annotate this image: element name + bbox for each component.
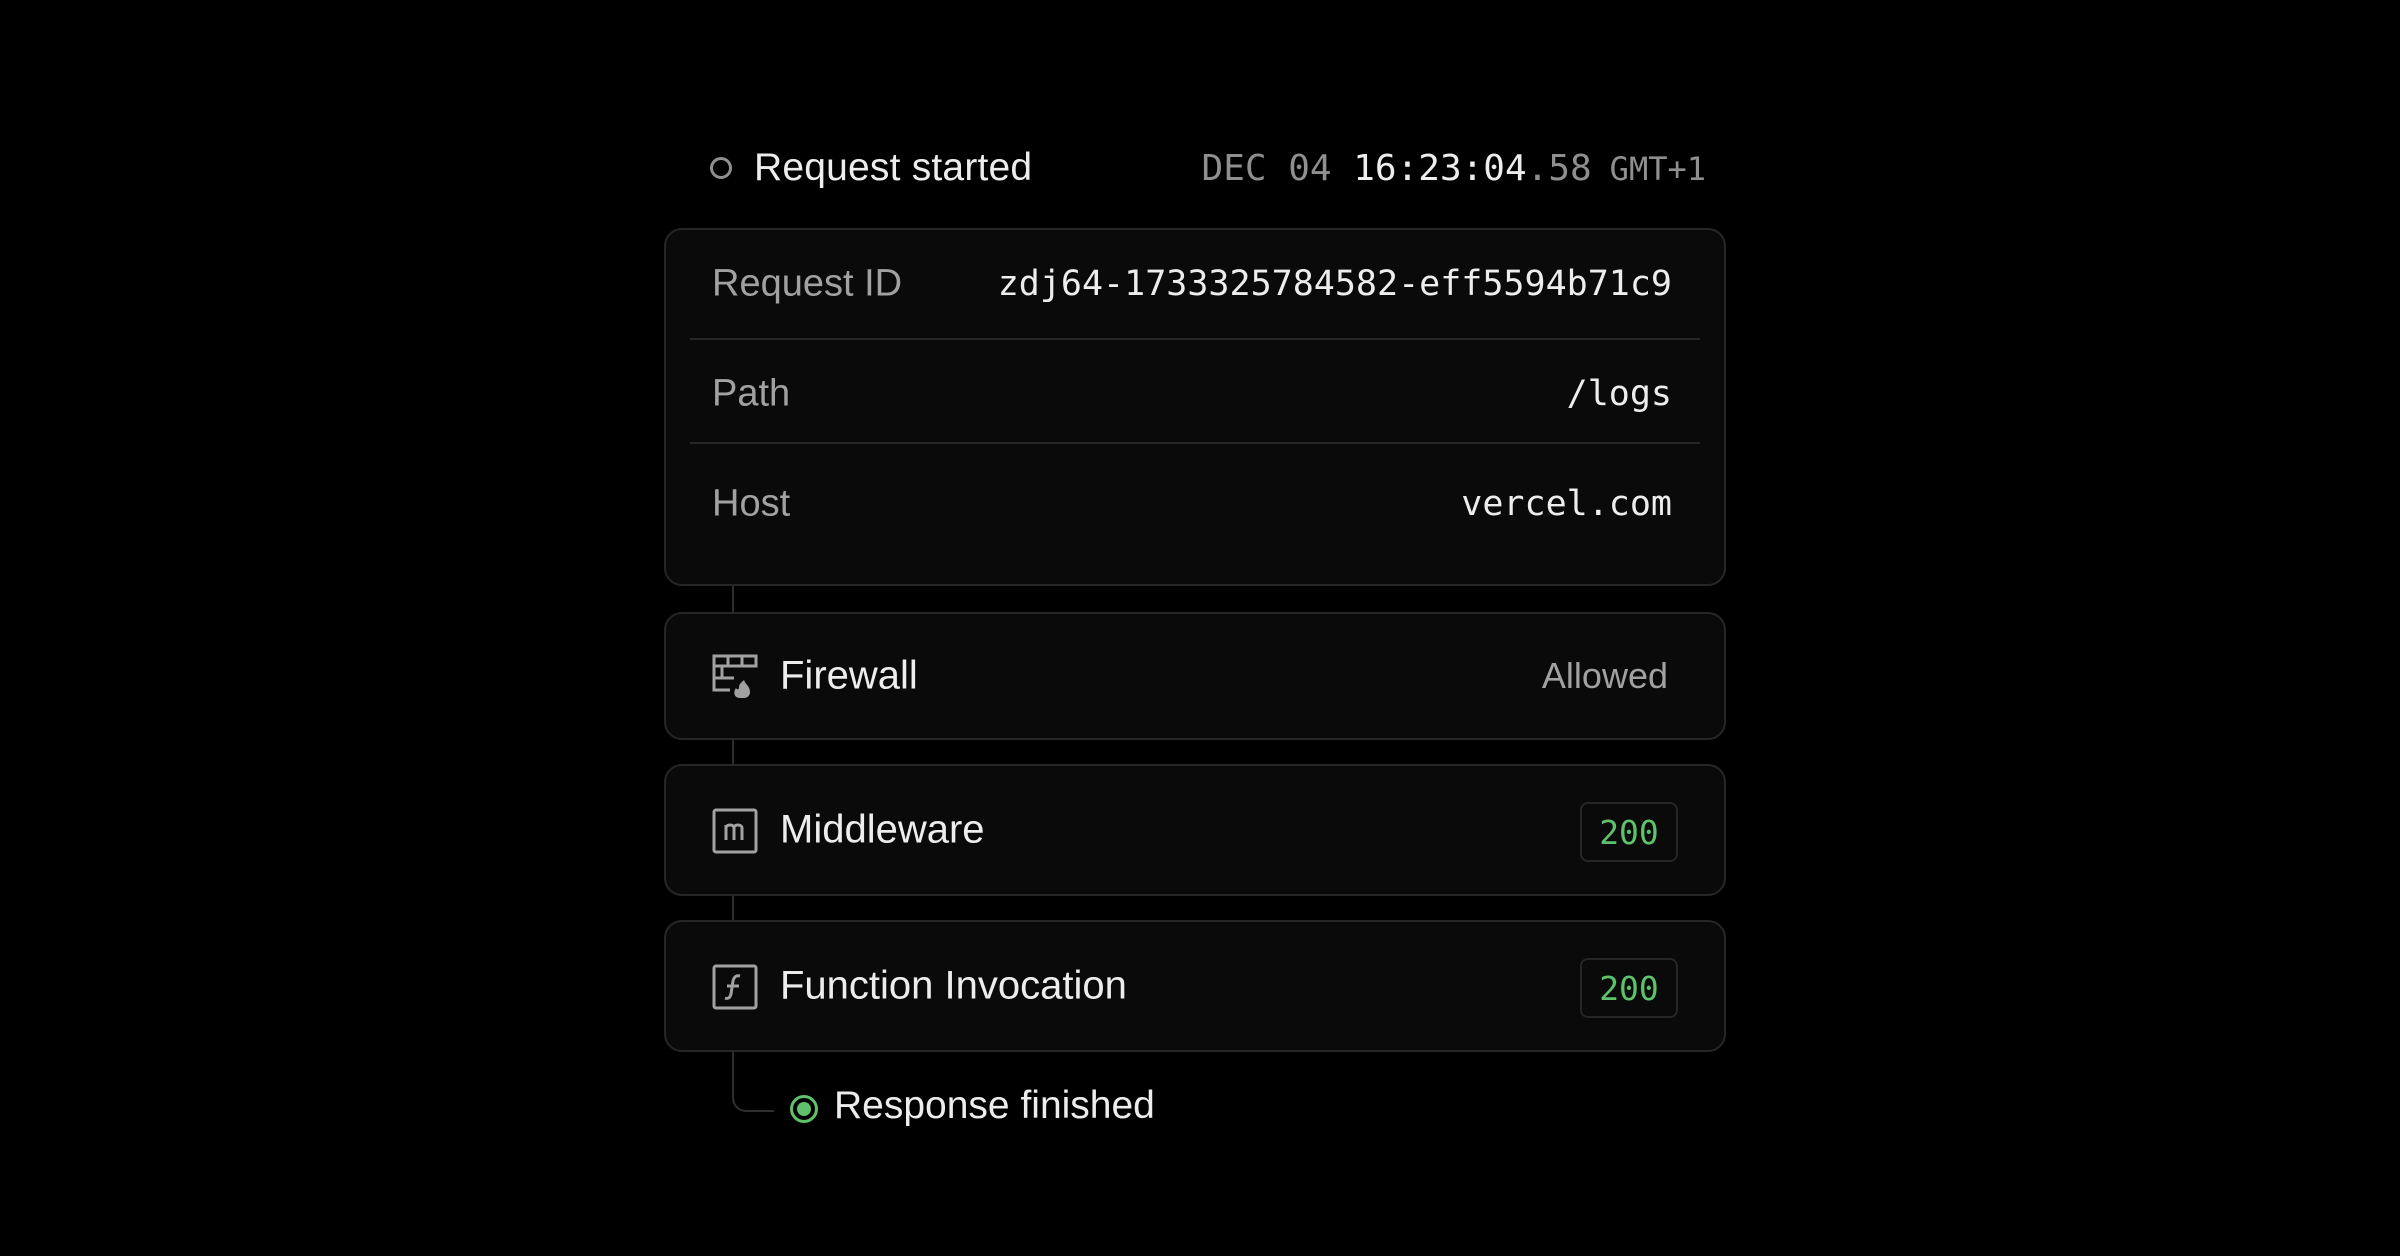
- connector-line: [732, 894, 734, 922]
- status-code-badge: 200: [1580, 958, 1678, 1018]
- success-dot-icon: [790, 1095, 818, 1123]
- timestamp-fraction: .58: [1526, 148, 1592, 189]
- request-started-title: Request started: [754, 146, 1033, 189]
- host-value[interactable]: vercel.com: [1461, 484, 1672, 524]
- firewall-icon: [712, 654, 758, 700]
- timestamp-timezone: GMT+1: [1609, 150, 1706, 188]
- request-id-value[interactable]: zdj64-1733325784582-eff5594b71c9: [998, 264, 1672, 304]
- detail-row-request-id: Request ID zdj64-1733325784582-eff5594b7…: [690, 230, 1700, 338]
- step-label: Middleware: [780, 807, 985, 852]
- function-icon: [712, 964, 758, 1010]
- step-function-invocation[interactable]: Function Invocation 200: [664, 920, 1726, 1052]
- timestamp-date: DEC 04: [1201, 148, 1332, 189]
- divider: [690, 442, 1700, 444]
- step-firewall[interactable]: Firewall Allowed: [664, 612, 1726, 740]
- detail-label: Request ID: [712, 262, 903, 305]
- path-value[interactable]: /logs: [1567, 374, 1672, 414]
- connector-line: [732, 740, 734, 766]
- step-label: Function Invocation: [780, 963, 1127, 1008]
- circle-outline-icon: [710, 157, 732, 179]
- status-code-badge: 200: [1580, 802, 1678, 862]
- response-finished-title: Response finished: [834, 1084, 1155, 1127]
- step-label: Firewall: [780, 653, 918, 698]
- detail-row-host: Host vercel.com: [690, 450, 1700, 558]
- request-details-card: Request ID zdj64-1733325784582-eff5594b7…: [664, 228, 1726, 586]
- timestamp-time: 16:23:04: [1353, 148, 1527, 189]
- detail-row-path: Path /logs: [690, 340, 1700, 448]
- request-started-header: Request started DEC 04 16:23:04.58 GMT+1: [710, 140, 1706, 202]
- firewall-status: Allowed: [1541, 655, 1668, 696]
- connector-line: [732, 586, 734, 614]
- request-timestamp: DEC 04 16:23:04.58 GMT+1: [1202, 148, 1706, 189]
- detail-label: Host: [712, 482, 791, 525]
- step-middleware[interactable]: Middleware 200: [664, 764, 1726, 896]
- middleware-icon: [712, 808, 758, 854]
- connector-elbow: [732, 1052, 774, 1112]
- detail-label: Path: [712, 372, 791, 415]
